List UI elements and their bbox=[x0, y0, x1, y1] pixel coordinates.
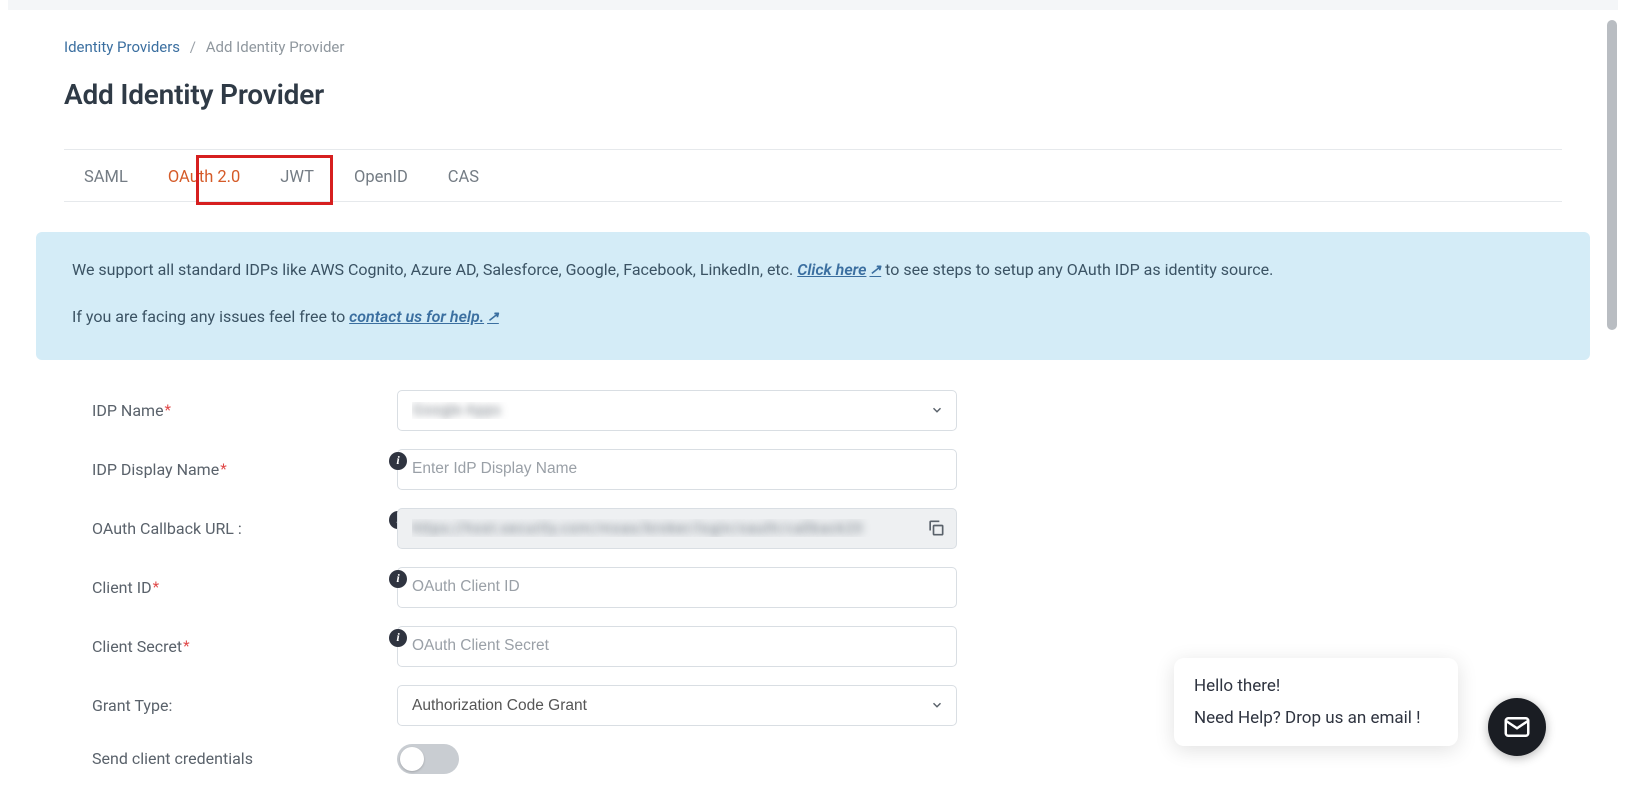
info-icon[interactable]: i bbox=[389, 570, 407, 588]
idp-name-select[interactable]: Google Apps bbox=[397, 390, 957, 431]
required-marker: * bbox=[165, 401, 171, 419]
contact-us-link[interactable]: contact us for help.↗ bbox=[349, 307, 499, 326]
click-here-link[interactable]: Click here↗ bbox=[797, 260, 881, 279]
tab-oauth[interactable]: OAuth 2.0 bbox=[168, 168, 240, 187]
required-marker: * bbox=[220, 460, 226, 478]
idp-name-label: IDP Name bbox=[92, 401, 164, 420]
chat-line-1: Hello there! bbox=[1194, 676, 1438, 696]
scrollbar-thumb[interactable] bbox=[1607, 20, 1617, 330]
info-banner: We support all standard IDPs like AWS Co… bbox=[36, 232, 1590, 360]
external-link-icon: ↗ bbox=[869, 262, 881, 278]
tab-cas[interactable]: CAS bbox=[448, 168, 479, 187]
callback-url-value: https://host.security.com/moas/broker/lo… bbox=[412, 519, 926, 537]
callback-url-label: OAuth Callback URL : bbox=[92, 519, 242, 538]
tab-saml[interactable]: SAML bbox=[84, 168, 128, 187]
required-marker: * bbox=[153, 578, 159, 596]
idp-display-name-input[interactable] bbox=[397, 449, 957, 490]
breadcrumb: Identity Providers / Add Identity Provid… bbox=[64, 38, 1562, 56]
banner-text-2: If you are facing any issues feel free t… bbox=[72, 307, 349, 326]
page-title: Add Identity Provider bbox=[64, 78, 1562, 111]
chat-line-2: Need Help? Drop us an email ! bbox=[1194, 708, 1438, 728]
send-client-credentials-toggle[interactable] bbox=[397, 744, 459, 774]
chat-help-popup: Hello there! Need Help? Drop us an email… bbox=[1174, 658, 1458, 746]
breadcrumb-separator: / bbox=[190, 38, 196, 56]
idp-display-name-label: IDP Display Name bbox=[92, 460, 219, 479]
tabs-bar: SAML OAuth 2.0 JWT OpenID CAS bbox=[64, 150, 1562, 202]
chat-bubble-button[interactable] bbox=[1488, 698, 1546, 756]
callback-url-field: https://host.security.com/moas/broker/lo… bbox=[397, 508, 957, 549]
mail-icon bbox=[1502, 712, 1532, 742]
client-id-input[interactable] bbox=[397, 567, 957, 608]
client-id-label: Client ID bbox=[92, 578, 152, 597]
breadcrumb-root-link[interactable]: Identity Providers bbox=[64, 38, 180, 56]
info-icon[interactable]: i bbox=[389, 629, 407, 647]
copy-icon[interactable] bbox=[926, 518, 946, 538]
client-secret-label: Client Secret bbox=[92, 637, 182, 656]
external-link-icon: ↗ bbox=[487, 309, 499, 325]
send-client-credentials-label: Send client credentials bbox=[92, 749, 253, 768]
client-secret-input[interactable] bbox=[397, 626, 957, 667]
grant-type-select[interactable]: Authorization Code Grant bbox=[397, 685, 957, 726]
info-icon[interactable]: i bbox=[389, 452, 407, 470]
banner-text-1: We support all standard IDPs like AWS Co… bbox=[72, 260, 797, 279]
scrollbar[interactable] bbox=[1604, 10, 1618, 790]
tab-openid[interactable]: OpenID bbox=[354, 168, 408, 187]
breadcrumb-current: Add Identity Provider bbox=[206, 38, 345, 56]
tab-jwt[interactable]: JWT bbox=[280, 168, 314, 187]
banner-text-1b: to see steps to setup any OAuth IDP as i… bbox=[885, 260, 1273, 279]
required-marker: * bbox=[183, 637, 189, 655]
grant-type-label: Grant Type: bbox=[92, 696, 172, 715]
